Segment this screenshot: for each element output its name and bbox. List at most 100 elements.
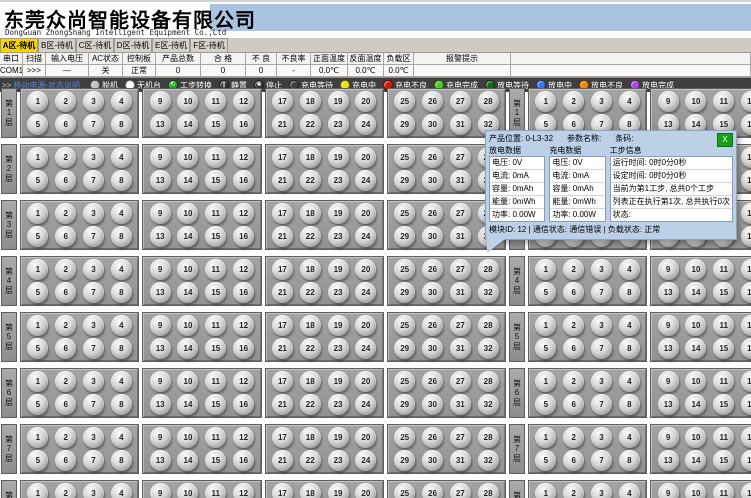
battery-slot[interactable]: 4 bbox=[111, 483, 132, 498]
battery-slot[interactable]: 26 bbox=[422, 147, 443, 168]
battery-slot[interactable]: 23 bbox=[328, 282, 349, 303]
battery-slot[interactable]: 26 bbox=[422, 203, 443, 224]
battery-slot[interactable]: 17 bbox=[272, 371, 293, 392]
battery-slot[interactable]: 16 bbox=[233, 114, 254, 135]
battery-slot[interactable]: 17 bbox=[272, 483, 293, 498]
battery-slot[interactable]: 19 bbox=[328, 91, 349, 112]
battery-slot[interactable]: 10 bbox=[177, 427, 198, 448]
battery-slot[interactable]: 17 bbox=[272, 315, 293, 336]
battery-slot[interactable]: 7 bbox=[83, 226, 104, 247]
battery-slot[interactable]: 24 bbox=[355, 394, 376, 415]
battery-slot[interactable]: 25 bbox=[394, 147, 415, 168]
battery-slot[interactable]: 11 bbox=[713, 483, 734, 498]
battery-slot[interactable]: 12 bbox=[741, 203, 751, 224]
battery-slot[interactable]: 3 bbox=[83, 371, 104, 392]
battery-slot[interactable]: 9 bbox=[150, 147, 171, 168]
battery-slot[interactable]: 14 bbox=[685, 282, 706, 303]
battery-slot[interactable]: 23 bbox=[328, 170, 349, 191]
battery-slot[interactable]: 32 bbox=[478, 338, 499, 359]
battery-slot[interactable]: 27 bbox=[450, 427, 471, 448]
battery-slot[interactable]: 11 bbox=[205, 91, 226, 112]
battery-slot[interactable]: 8 bbox=[111, 114, 132, 135]
battery-slot[interactable]: 13 bbox=[150, 450, 171, 471]
battery-slot[interactable]: 27 bbox=[450, 259, 471, 280]
battery-slot[interactable]: 10 bbox=[177, 91, 198, 112]
battery-slot[interactable]: 12 bbox=[741, 315, 751, 336]
battery-slot[interactable]: 4 bbox=[111, 91, 132, 112]
battery-slot[interactable]: 11 bbox=[205, 483, 226, 498]
battery-slot[interactable]: 26 bbox=[422, 315, 443, 336]
battery-slot[interactable]: 12 bbox=[741, 91, 751, 112]
battery-slot[interactable]: 10 bbox=[177, 483, 198, 498]
battery-slot[interactable]: 10 bbox=[685, 427, 706, 448]
battery-slot[interactable]: 13 bbox=[150, 394, 171, 415]
battery-slot[interactable]: 16 bbox=[233, 338, 254, 359]
battery-slot[interactable]: 9 bbox=[658, 315, 679, 336]
battery-slot[interactable]: 23 bbox=[328, 338, 349, 359]
battery-slot[interactable]: 28 bbox=[478, 315, 499, 336]
battery-slot[interactable]: 15 bbox=[205, 114, 226, 135]
battery-slot[interactable]: 29 bbox=[394, 338, 415, 359]
battery-slot[interactable]: 15 bbox=[205, 282, 226, 303]
battery-slot[interactable]: 5 bbox=[27, 114, 48, 135]
battery-slot[interactable]: 18 bbox=[300, 483, 321, 498]
battery-slot[interactable]: 12 bbox=[741, 259, 751, 280]
battery-slot[interactable]: 25 bbox=[394, 203, 415, 224]
battery-slot[interactable]: 19 bbox=[328, 483, 349, 498]
battery-slot[interactable]: 15 bbox=[205, 394, 226, 415]
battery-slot[interactable]: 26 bbox=[422, 483, 443, 498]
battery-slot[interactable]: 9 bbox=[658, 427, 679, 448]
battery-slot[interactable]: 28 bbox=[478, 427, 499, 448]
battery-slot[interactable]: 9 bbox=[658, 259, 679, 280]
battery-slot[interactable]: 24 bbox=[355, 170, 376, 191]
battery-slot[interactable]: 19 bbox=[328, 427, 349, 448]
battery-slot[interactable]: 2 bbox=[563, 371, 584, 392]
tab-zone-4[interactable]: E区-待机 bbox=[152, 38, 190, 52]
battery-slot[interactable]: 8 bbox=[619, 394, 640, 415]
battery-slot[interactable]: 4 bbox=[619, 427, 640, 448]
battery-slot[interactable]: 1 bbox=[535, 427, 556, 448]
battery-slot[interactable]: 2 bbox=[563, 427, 584, 448]
battery-slot[interactable]: 13 bbox=[150, 114, 171, 135]
battery-slot[interactable]: 17 bbox=[272, 203, 293, 224]
battery-slot[interactable]: 22 bbox=[300, 226, 321, 247]
battery-slot[interactable]: 13 bbox=[150, 282, 171, 303]
battery-slot[interactable]: 27 bbox=[450, 91, 471, 112]
battery-slot[interactable]: 16 bbox=[233, 450, 254, 471]
battery-slot[interactable]: 8 bbox=[619, 450, 640, 471]
battery-slot[interactable]: 18 bbox=[300, 203, 321, 224]
tab-zone-5[interactable]: F区-待机 bbox=[190, 38, 228, 52]
battery-slot[interactable]: 16 bbox=[741, 114, 751, 135]
battery-slot[interactable]: 31 bbox=[450, 282, 471, 303]
battery-slot[interactable]: 10 bbox=[685, 315, 706, 336]
battery-slot[interactable]: 2 bbox=[55, 259, 76, 280]
battery-slot[interactable]: 19 bbox=[328, 259, 349, 280]
battery-slot[interactable]: 22 bbox=[300, 114, 321, 135]
battery-slot[interactable]: 14 bbox=[177, 226, 198, 247]
battery-slot[interactable]: 31 bbox=[450, 338, 471, 359]
battery-slot[interactable]: 9 bbox=[150, 259, 171, 280]
battery-slot[interactable]: 20 bbox=[355, 203, 376, 224]
popup-close-button[interactable]: X bbox=[717, 133, 733, 147]
battery-slot[interactable]: 5 bbox=[535, 338, 556, 359]
battery-slot[interactable]: 17 bbox=[272, 427, 293, 448]
battery-slot[interactable]: 10 bbox=[177, 315, 198, 336]
battery-slot[interactable]: 6 bbox=[563, 282, 584, 303]
battery-slot[interactable]: 14 bbox=[177, 282, 198, 303]
battery-slot[interactable]: 14 bbox=[177, 170, 198, 191]
battery-slot[interactable]: 14 bbox=[685, 338, 706, 359]
battery-slot[interactable]: 19 bbox=[328, 147, 349, 168]
battery-slot[interactable]: 1 bbox=[27, 203, 48, 224]
battery-slot[interactable]: 6 bbox=[55, 170, 76, 191]
battery-slot[interactable]: 3 bbox=[83, 483, 104, 498]
battery-slot[interactable]: 23 bbox=[328, 394, 349, 415]
battery-slot[interactable]: 30 bbox=[422, 450, 443, 471]
battery-slot[interactable]: 21 bbox=[272, 226, 293, 247]
battery-slot[interactable]: 12 bbox=[233, 315, 254, 336]
battery-slot[interactable]: 12 bbox=[233, 483, 254, 498]
battery-slot[interactable]: 14 bbox=[177, 338, 198, 359]
battery-slot[interactable]: 3 bbox=[591, 91, 612, 112]
battery-slot[interactable]: 12 bbox=[233, 203, 254, 224]
battery-slot[interactable]: 9 bbox=[150, 483, 171, 498]
battery-slot[interactable]: 15 bbox=[205, 338, 226, 359]
